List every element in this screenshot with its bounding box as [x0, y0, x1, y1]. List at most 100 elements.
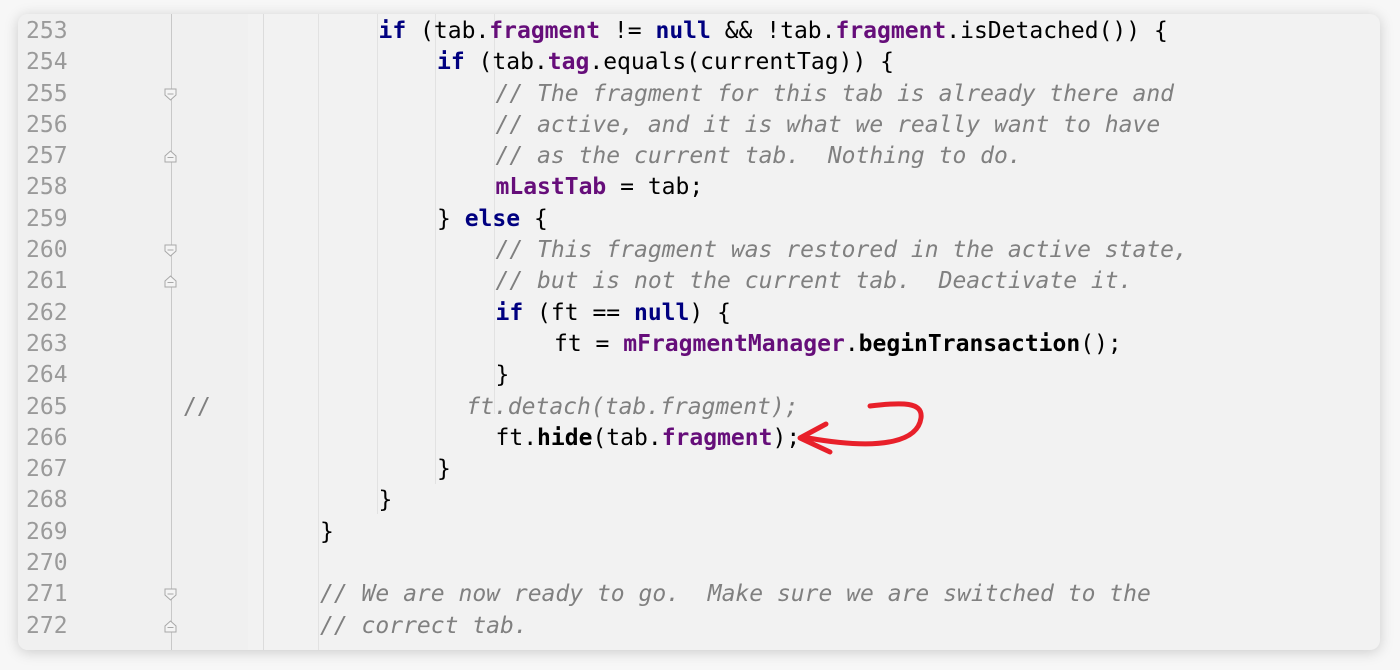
code-token: }: [437, 456, 451, 483]
line-number: 260: [26, 237, 68, 264]
code-text: }: [496, 360, 510, 391]
code-token: if: [378, 18, 407, 44]
line-number: 265: [26, 393, 68, 420]
code-editor-window: 253 if (tab.fragment != null && !tab.frag…: [18, 14, 1380, 650]
line-number: 271: [26, 581, 68, 608]
code-text: } else {: [437, 204, 548, 235]
line-number: 269: [26, 518, 68, 545]
code-token: fragment: [835, 18, 947, 44]
code-token: if: [495, 299, 524, 326]
line-number: 254: [26, 49, 68, 76]
code-token: ();: [1080, 330, 1122, 357]
code-line[interactable]: 269}: [18, 517, 1380, 548]
code-token: ft =: [554, 330, 624, 357]
code-token: && !tab.: [710, 18, 836, 44]
code-token: ft.detach(tab.fragment);: [466, 393, 799, 420]
line-number: 257: [26, 143, 68, 170]
code-token: (ft ==: [523, 299, 634, 326]
code-text: // The fragment for this tab is already …: [496, 79, 1175, 110]
code-line[interactable]: 264}: [18, 360, 1380, 391]
line-number: 272: [26, 612, 68, 639]
line-number: 262: [26, 299, 68, 326]
code-line[interactable]: 266 ft.hide(tab.fragment);: [18, 423, 1380, 454]
code-area[interactable]: 253 if (tab.fragment != null && !tab.frag…: [18, 16, 1380, 642]
code-line[interactable]: 262 if (ft == null) {: [18, 298, 1380, 329]
code-line[interactable]: 268}: [18, 485, 1380, 516]
code-line[interactable]: 271 // We are now ready to go. Make sure …: [18, 579, 1380, 610]
code-token: }: [320, 518, 334, 545]
code-text: // as the current tab. Nothing to do.: [496, 141, 1022, 172]
code-line[interactable]: 259 } else {: [18, 204, 1380, 235]
code-line[interactable]: 261 // but is not the current tab. Deacti…: [18, 266, 1380, 297]
fold-open-icon[interactable]: [164, 588, 177, 602]
code-token: // as the current tab. Nothing to do.: [495, 143, 1022, 170]
code-line[interactable]: 263 ft = mFragmentManager.beginTransactio…: [18, 329, 1380, 360]
code-token: !=: [600, 18, 656, 44]
code-text: if (tab.tag.equals(currentTag)) {: [437, 47, 894, 78]
code-line[interactable]: 257 // as the current tab. Nothing to do.: [18, 141, 1380, 172]
code-text: // but is not the current tab. Deactivat…: [496, 266, 1133, 297]
code-token: // This fragment was restored in the act…: [495, 237, 1188, 264]
code-token: );: [772, 424, 801, 451]
line-number: 259: [26, 205, 68, 232]
line-number: 268: [26, 487, 68, 514]
line-number: 261: [26, 268, 68, 295]
code-token: }: [437, 205, 465, 232]
code-text: // This fragment was restored in the act…: [496, 235, 1188, 266]
code-line[interactable]: 265 // ft.detach(tab.fragment);: [18, 392, 1380, 423]
code-token: beginTransaction: [858, 330, 1081, 357]
code-text: ft = mFragmentManager.beginTransaction()…: [554, 329, 1122, 360]
line-number: 263: [26, 330, 68, 357]
code-token: .equals(currentTag)) {: [589, 49, 894, 76]
code-text: }: [379, 485, 393, 516]
code-token: (tab.: [592, 424, 662, 451]
code-token: mLastTab: [495, 174, 607, 201]
line-number: 255: [26, 80, 68, 107]
line-number: 258: [26, 174, 68, 201]
code-text: }: [320, 517, 334, 548]
code-line[interactable]: 272 // correct tab.: [18, 611, 1380, 642]
gutter-comment-marker: //: [183, 393, 211, 420]
code-token: .: [844, 330, 859, 357]
code-text: // correct tab.: [320, 611, 528, 642]
code-text: ft.detach(tab.fragment);: [466, 392, 798, 423]
code-line[interactable]: 270: [18, 548, 1380, 579]
code-token: tag: [547, 49, 590, 76]
fold-open-icon[interactable]: [164, 244, 177, 257]
fold-close-icon[interactable]: [164, 150, 177, 163]
code-token: (tab.: [464, 49, 548, 76]
code-token: // We are now ready to go. Make sure we …: [320, 581, 1151, 608]
code-text: if (tab.fragment != null && !tab.fragmen…: [379, 16, 1168, 47]
line-number: 264: [26, 362, 68, 389]
code-line[interactable]: 253 if (tab.fragment != null && !tab.frag…: [18, 16, 1380, 47]
code-token: ) {: [689, 299, 731, 326]
line-number: 270: [26, 550, 68, 577]
code-text: // We are now ready to go. Make sure we …: [320, 579, 1151, 610]
code-token: ft.: [495, 424, 538, 451]
code-line[interactable]: 254 if (tab.tag.equals(currentTag)) {: [18, 47, 1380, 78]
code-line[interactable]: 267}: [18, 454, 1380, 485]
line-number: 256: [26, 111, 68, 138]
code-line[interactable]: 255 // The fragment for this tab is alrea…: [18, 79, 1380, 110]
fold-close-icon[interactable]: [164, 275, 177, 288]
code-text: ft.hide(tab.fragment);: [496, 423, 801, 454]
code-token: mFragmentManager: [623, 330, 845, 357]
code-token: // The fragment for this tab is already …: [495, 80, 1175, 107]
code-line[interactable]: 256 // active, and it is what we really w…: [18, 110, 1380, 141]
code-text: // active, and it is what we really want…: [496, 110, 1161, 141]
code-token: = tab;: [606, 174, 704, 201]
code-token: fragment: [489, 18, 601, 44]
fold-open-icon[interactable]: [164, 88, 177, 101]
code-token: fragment: [661, 424, 773, 451]
line-number: 267: [26, 456, 68, 483]
code-line[interactable]: 260 // This fragment was restored in the …: [18, 235, 1380, 266]
code-token: if: [437, 49, 465, 76]
code-text: }: [437, 454, 451, 485]
code-token: .isDetached()) {: [946, 18, 1168, 44]
code-token: // but is not the current tab. Deactivat…: [495, 268, 1133, 295]
code-token: }: [378, 487, 393, 514]
code-token: hide: [537, 424, 593, 451]
code-line[interactable]: 258 mLastTab = tab;: [18, 172, 1380, 203]
code-token: null: [633, 299, 690, 326]
fold-close-icon[interactable]: [164, 619, 177, 633]
